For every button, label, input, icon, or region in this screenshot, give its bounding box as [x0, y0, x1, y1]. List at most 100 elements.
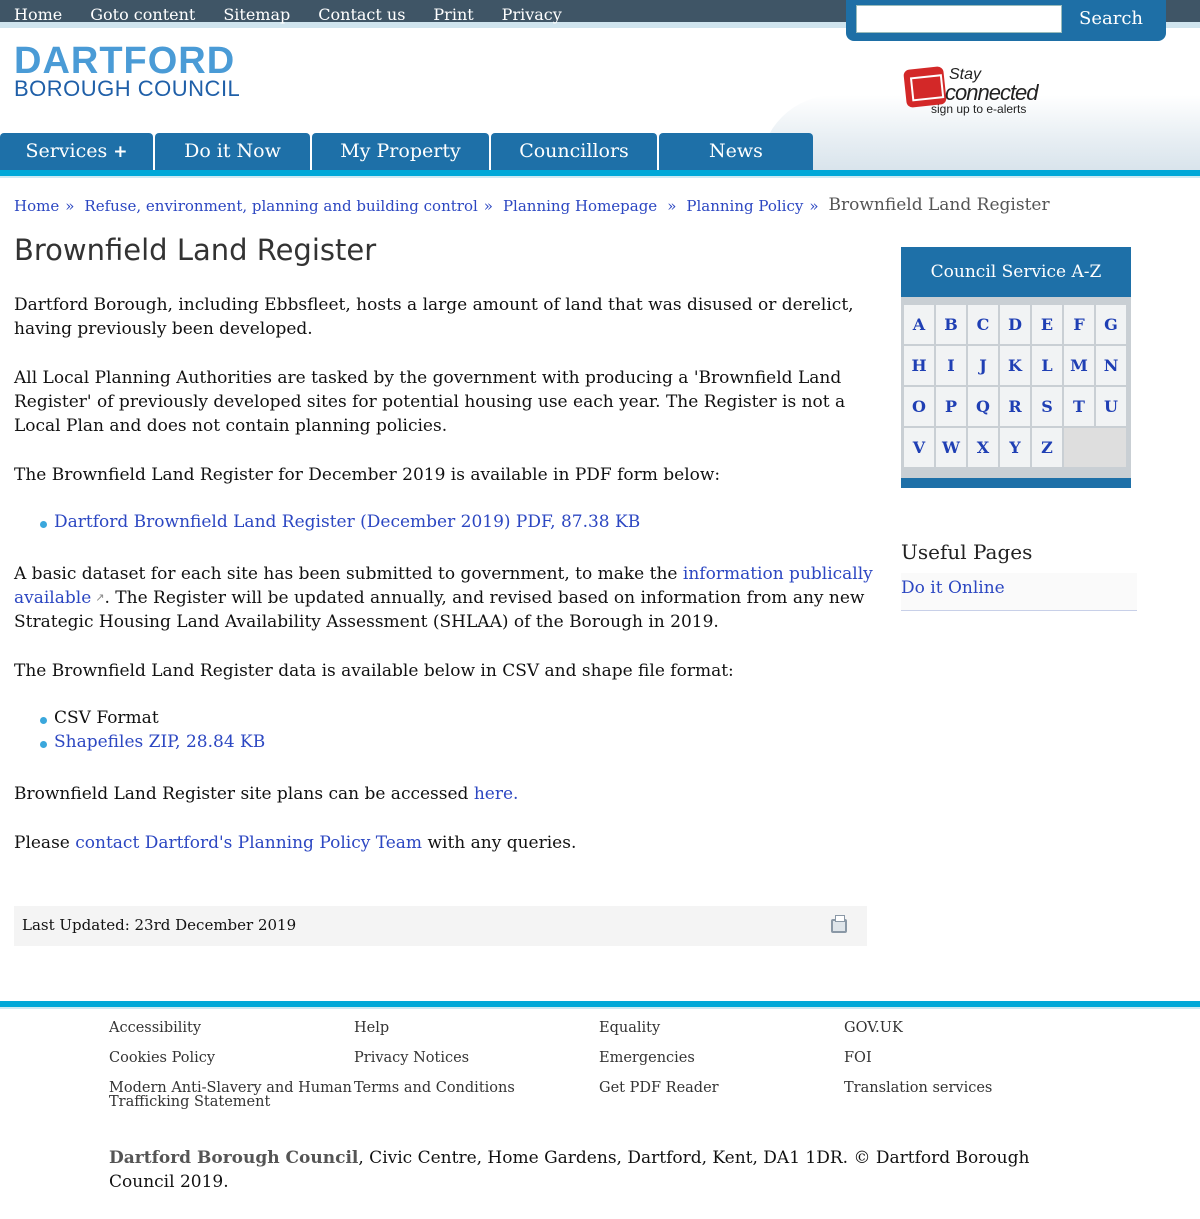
contact-team-link[interactable]: contact Dartford's Planning Policy Team — [75, 833, 422, 853]
footer-column: GOV.UK FOI Translation services — [844, 1019, 1089, 1109]
useful-pages-title: Useful Pages — [901, 540, 1033, 564]
search-input[interactable] — [856, 5, 1062, 33]
footer-links: Accessibility Cookies Policy Modern Anti… — [109, 1019, 1089, 1110]
footer-column: Help Privacy Notices Terms and Condition… — [354, 1019, 599, 1109]
footer-link-privacy-notices[interactable]: Privacy Notices — [354, 1049, 599, 1079]
az-letter-d[interactable]: D — [1000, 305, 1030, 344]
az-letter-a[interactable]: A — [904, 305, 934, 344]
az-letter-v[interactable]: V — [904, 428, 934, 467]
stay-connected-banner[interactable]: Stay connected sign up to e-alerts — [903, 66, 1039, 118]
print-icon[interactable] — [831, 915, 847, 933]
nav-news[interactable]: News — [659, 133, 813, 170]
utility-link-sitemap[interactable]: Sitemap — [223, 5, 290, 24]
site-plans-link[interactable]: here. — [474, 784, 519, 804]
council-logo[interactable]: DARTFORD BOROUGH COUNCIL — [14, 40, 240, 100]
footer-column: Accessibility Cookies Policy Modern Anti… — [109, 1019, 354, 1110]
breadcrumb-separator: » — [809, 197, 819, 215]
utility-link-contact[interactable]: Contact us — [318, 5, 405, 24]
nav-my-property[interactable]: My Property — [312, 133, 489, 170]
dataset-text-after: . The Register will be updated annually,… — [14, 588, 865, 632]
az-letter-i[interactable]: I — [936, 346, 966, 385]
az-letter-k[interactable]: K — [1000, 346, 1030, 385]
footer-link-translation[interactable]: Translation services — [844, 1079, 1089, 1109]
pdf-download-link[interactable]: Dartford Brownfield Land Register (Decem… — [54, 512, 640, 532]
list-item: CSV Format — [40, 706, 874, 730]
nav-services[interactable]: Services + — [0, 133, 153, 170]
nav-services-label: Services — [25, 140, 108, 162]
dataset-paragraph: A basic dataset for each site has been s… — [14, 562, 874, 634]
breadcrumb-current: Brownfield Land Register — [828, 195, 1050, 215]
last-updated-text: Last Updated: 23rd December 2019 — [22, 916, 297, 934]
utility-link-goto-content[interactable]: Goto content — [90, 5, 195, 24]
footer-divider-light — [0, 1007, 1200, 1009]
footer-link-help[interactable]: Help — [354, 1019, 599, 1049]
az-letter-n[interactable]: N — [1096, 346, 1126, 385]
footer-link-pdf-reader[interactable]: Get PDF Reader — [599, 1079, 844, 1109]
search-box: Search — [846, 0, 1166, 41]
breadcrumb-refuse[interactable]: Refuse, environment, planning and buildi… — [84, 197, 477, 217]
footer-column: Equality Emergencies Get PDF Reader — [599, 1019, 844, 1109]
az-letter-u[interactable]: U — [1096, 387, 1126, 426]
shapefiles-link[interactable]: Shapefiles ZIP, 28.84 KB — [54, 732, 265, 752]
pdf-intro-paragraph: The Brownfield Land Register for Decembe… — [14, 465, 721, 485]
site-plans-paragraph: Brownfield Land Register site plans can … — [14, 782, 874, 806]
breadcrumb: Home » Refuse, environment, planning and … — [14, 195, 1050, 217]
footer-link-govuk[interactable]: GOV.UK — [844, 1019, 1089, 1049]
az-letter-g[interactable]: G — [1096, 305, 1126, 344]
az-letter-s[interactable]: S — [1032, 387, 1062, 426]
page-title: Brownfield Land Register — [14, 233, 377, 267]
breadcrumb-planning-policy[interactable]: Planning Policy — [686, 197, 803, 217]
footer-link-cookies[interactable]: Cookies Policy — [109, 1049, 354, 1079]
az-letter-c[interactable]: C — [968, 305, 998, 344]
az-letter-h[interactable]: H — [904, 346, 934, 385]
breadcrumb-separator: » — [65, 197, 75, 215]
az-letter-r[interactable]: R — [1000, 387, 1030, 426]
footer-link-terms[interactable]: Terms and Conditions — [354, 1079, 599, 1109]
breadcrumb-home[interactable]: Home — [14, 197, 59, 217]
last-updated-bar: Last Updated: 23rd December 2019 — [14, 906, 867, 946]
utility-link-print[interactable]: Print — [433, 5, 473, 24]
csv-intro-paragraph: The Brownfield Land Register data is ava… — [14, 661, 734, 681]
az-letter-q[interactable]: Q — [968, 387, 998, 426]
logo-line-1: DARTFORD — [14, 40, 236, 82]
az-letter-b[interactable]: B — [936, 305, 966, 344]
az-letter-m[interactable]: M — [1064, 346, 1094, 385]
footer-org-name: Dartford Borough Council — [109, 1148, 359, 1168]
breadcrumb-separator: » — [667, 197, 677, 215]
az-letter-y[interactable]: Y — [1000, 428, 1030, 467]
nav-councillors[interactable]: Councillors — [491, 133, 657, 170]
plus-icon: + — [113, 142, 128, 162]
az-letter-t[interactable]: T — [1064, 387, 1094, 426]
utility-link-privacy[interactable]: Privacy — [502, 5, 562, 24]
az-letter-j[interactable]: J — [968, 346, 998, 385]
list-item: Shapefiles ZIP, 28.84 KB — [40, 730, 874, 754]
breadcrumb-planning-homepage[interactable]: Planning Homepage — [503, 197, 657, 217]
search-button[interactable]: Search — [1064, 5, 1158, 33]
az-letter-w[interactable]: W — [936, 428, 966, 467]
az-letter-e[interactable]: E — [1032, 305, 1062, 344]
stay-connected-line-3: sign up to e-alerts — [931, 102, 1027, 116]
az-letter-l[interactable]: L — [1032, 346, 1062, 385]
service-az-title[interactable]: Council Service A-Z — [901, 247, 1131, 297]
main-content: Dartford Borough, including Ebbsfleet, h… — [14, 293, 874, 880]
useful-page-do-it-online[interactable]: Do it Online — [901, 573, 1137, 611]
utility-links: Home Goto content Sitemap Contact us Pri… — [14, 5, 590, 24]
footer-link-foi[interactable]: FOI — [844, 1049, 1089, 1079]
contact-text-after: with any queries. — [422, 833, 577, 853]
useful-page-link[interactable]: Do it Online — [901, 578, 1005, 598]
footer-link-emergencies[interactable]: Emergencies — [599, 1049, 844, 1079]
az-letter-o[interactable]: O — [904, 387, 934, 426]
footer-link-accessibility[interactable]: Accessibility — [109, 1019, 354, 1049]
site-plans-text: Brownfield Land Register site plans can … — [14, 784, 474, 804]
az-letter-p[interactable]: P — [936, 387, 966, 426]
az-letter-z[interactable]: Z — [1032, 428, 1062, 467]
intro-paragraph: Dartford Borough, including Ebbsfleet, h… — [14, 295, 854, 339]
footer-link-equality[interactable]: Equality — [599, 1019, 844, 1049]
az-letter-x[interactable]: X — [968, 428, 998, 467]
nav-do-it-now[interactable]: Do it Now — [155, 133, 310, 170]
footer-link-anti-slavery[interactable]: Modern Anti-Slavery and Human Traffickin… — [109, 1079, 354, 1110]
dataset-text-before: A basic dataset for each site has been s… — [14, 564, 683, 584]
utility-link-home[interactable]: Home — [14, 5, 62, 24]
az-letter-f[interactable]: F — [1064, 305, 1094, 344]
footer-address: Dartford Borough Council, Civic Centre, … — [109, 1146, 1069, 1194]
